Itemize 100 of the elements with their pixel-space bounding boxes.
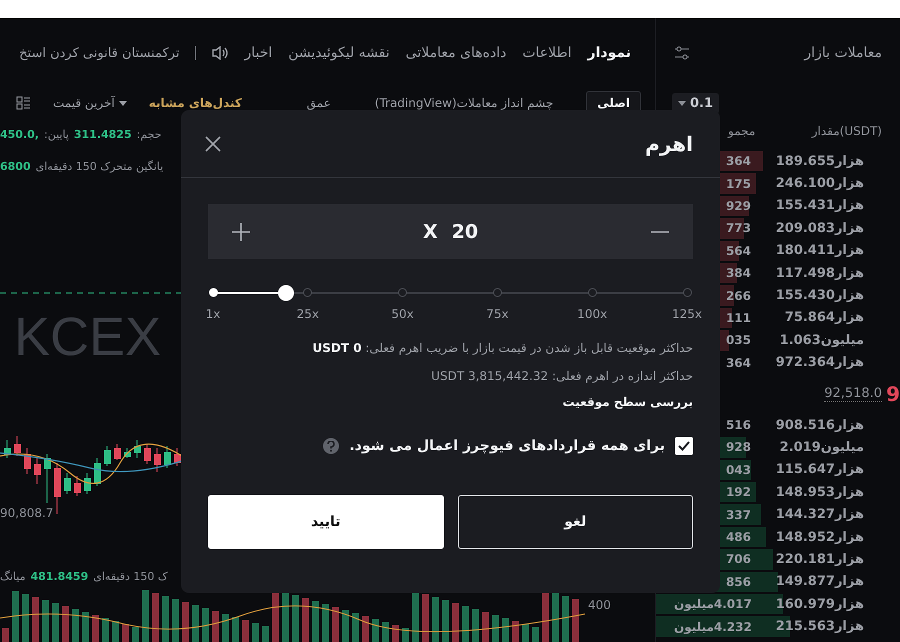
amount-cell: 117.498هزار <box>776 266 864 281</box>
volume-bar <box>312 601 319 642</box>
volume-bar <box>32 597 39 642</box>
volume-bar <box>392 625 399 642</box>
slider-tick <box>303 288 312 297</box>
volume-bar <box>122 624 129 642</box>
order-book-row[interactable]: 4.017میلیون 160.979هزار <box>656 593 900 616</box>
tick-label[interactable]: 25x <box>296 307 319 321</box>
candlestick <box>64 472 71 494</box>
speaker-icon[interactable] <box>212 46 228 60</box>
close-button[interactable] <box>203 134 223 154</box>
grid-icon[interactable] <box>16 96 31 110</box>
column-header: مجمو <box>728 124 756 138</box>
amount-cell: 220.181هزار <box>776 552 864 567</box>
total-cell: 706 <box>726 552 751 566</box>
legend-value: ,450.0 <box>0 128 39 141</box>
volume-bar <box>102 618 109 642</box>
slider-tick <box>492 288 502 297</box>
volume-bar <box>452 603 459 642</box>
nav-tab[interactable]: نمودار <box>588 45 631 61</box>
total-cell: 486 <box>726 530 751 544</box>
candlestick <box>34 458 41 484</box>
volume-bar <box>542 590 549 642</box>
volume-bar <box>302 598 309 642</box>
multiplier-prefix: X <box>422 220 438 242</box>
order-book-row[interactable]: 4.232میلیون 215.563هزار <box>656 615 900 638</box>
slider-tick <box>682 288 692 297</box>
amount-cell: 148.952هزار <box>776 530 864 545</box>
candlestick <box>74 476 81 496</box>
volume-bar <box>262 626 269 642</box>
sliders-icon[interactable] <box>674 46 690 60</box>
candlestick <box>164 446 171 468</box>
total-cell: 035 <box>726 333 751 348</box>
volume-bar <box>462 606 469 642</box>
slider-tick <box>588 288 597 297</box>
candlestick <box>84 472 91 494</box>
dialog-title: اهرم <box>645 132 693 156</box>
cancel-button[interactable]: لغو <box>458 495 693 549</box>
volume-bar <box>442 600 449 642</box>
volume-bar <box>282 592 289 642</box>
total-cell: 928 <box>726 440 751 454</box>
candlestick <box>154 448 161 472</box>
volume-bar <box>352 613 359 642</box>
volume-bar <box>62 606 69 642</box>
amount-cell: 149.877هزار <box>776 574 864 590</box>
tick-label[interactable]: 75x <box>486 307 509 321</box>
tick-label[interactable]: 50x <box>391 307 414 321</box>
axis-label: 400 <box>588 598 611 612</box>
volume-bar <box>502 618 509 642</box>
column-header: مقدار(USDT) <box>812 124 882 138</box>
slider-thumb[interactable] <box>278 285 294 301</box>
help-icon[interactable] <box>323 438 340 454</box>
volume-bar <box>372 619 379 642</box>
position-level-link[interactable]: بررسی سطح موقعیت <box>208 395 693 409</box>
low-price-marker: 90,808.7 <box>0 506 54 520</box>
volume-bar <box>132 627 139 642</box>
volume-bar <box>172 599 179 642</box>
amount-cell: 144.327هزار <box>776 507 864 522</box>
total-cell: 4.017میلیون <box>674 597 752 612</box>
nav-tab[interactable]: اخبار <box>244 45 272 61</box>
amount-cell: 189.655هزار <box>776 154 864 169</box>
volume-bar <box>52 603 59 642</box>
nav-tab[interactable]: اطلاعات <box>522 45 572 61</box>
tick-label[interactable]: 125x <box>672 307 702 321</box>
volume-bar <box>212 611 219 642</box>
legend-label: میانگ <box>0 570 26 583</box>
candlestick <box>4 440 11 458</box>
volume-bar <box>552 593 559 642</box>
candle-type-button[interactable]: کندل‌های مشابه <box>148 96 242 110</box>
volume-bar <box>202 608 209 642</box>
nav-tab[interactable]: نقشه لیکوئیدیشن <box>288 45 390 61</box>
amount-cell: 155.430هزار <box>776 288 864 304</box>
volume-bar <box>362 616 369 642</box>
amount-cell: 160.979هزار <box>776 596 864 612</box>
confirm-button[interactable]: تایید <box>208 495 444 549</box>
slider-tick <box>208 288 218 297</box>
minus-icon <box>651 230 669 232</box>
candlestick <box>24 448 31 474</box>
legend-label: حجم: <box>136 128 162 141</box>
volume-bar <box>322 604 329 642</box>
apply-all-checkbox[interactable] <box>675 437 693 455</box>
volume-bar <box>332 607 339 642</box>
volume-bar <box>572 599 579 642</box>
volume-bar <box>512 621 519 642</box>
volume-bar <box>472 609 479 642</box>
volume-bar <box>192 605 199 642</box>
volume-bar <box>242 620 249 642</box>
amount-cell: 75.864هزار <box>784 310 864 326</box>
plus-icon <box>232 222 250 240</box>
tick-label[interactable]: 100x <box>577 307 608 321</box>
legend-value: 6800 <box>0 160 31 173</box>
tick-label[interactable]: 1x <box>206 307 220 321</box>
nav-tab[interactable]: داده‌های معاملاتی <box>406 45 506 61</box>
total-cell: 337 <box>726 508 751 522</box>
total-cell: 043 <box>726 462 751 477</box>
legend-label: یانگین متحرک 150 دقیقه‌ای <box>36 160 164 173</box>
news-ticker[interactable]: ترکمنستان قانونی کردن استخ <box>19 46 180 60</box>
amount-cell: 209.083هزار <box>776 220 864 236</box>
volume-bar <box>482 612 489 642</box>
price-type-dropdown[interactable]: آخرین قیمت <box>53 96 127 110</box>
